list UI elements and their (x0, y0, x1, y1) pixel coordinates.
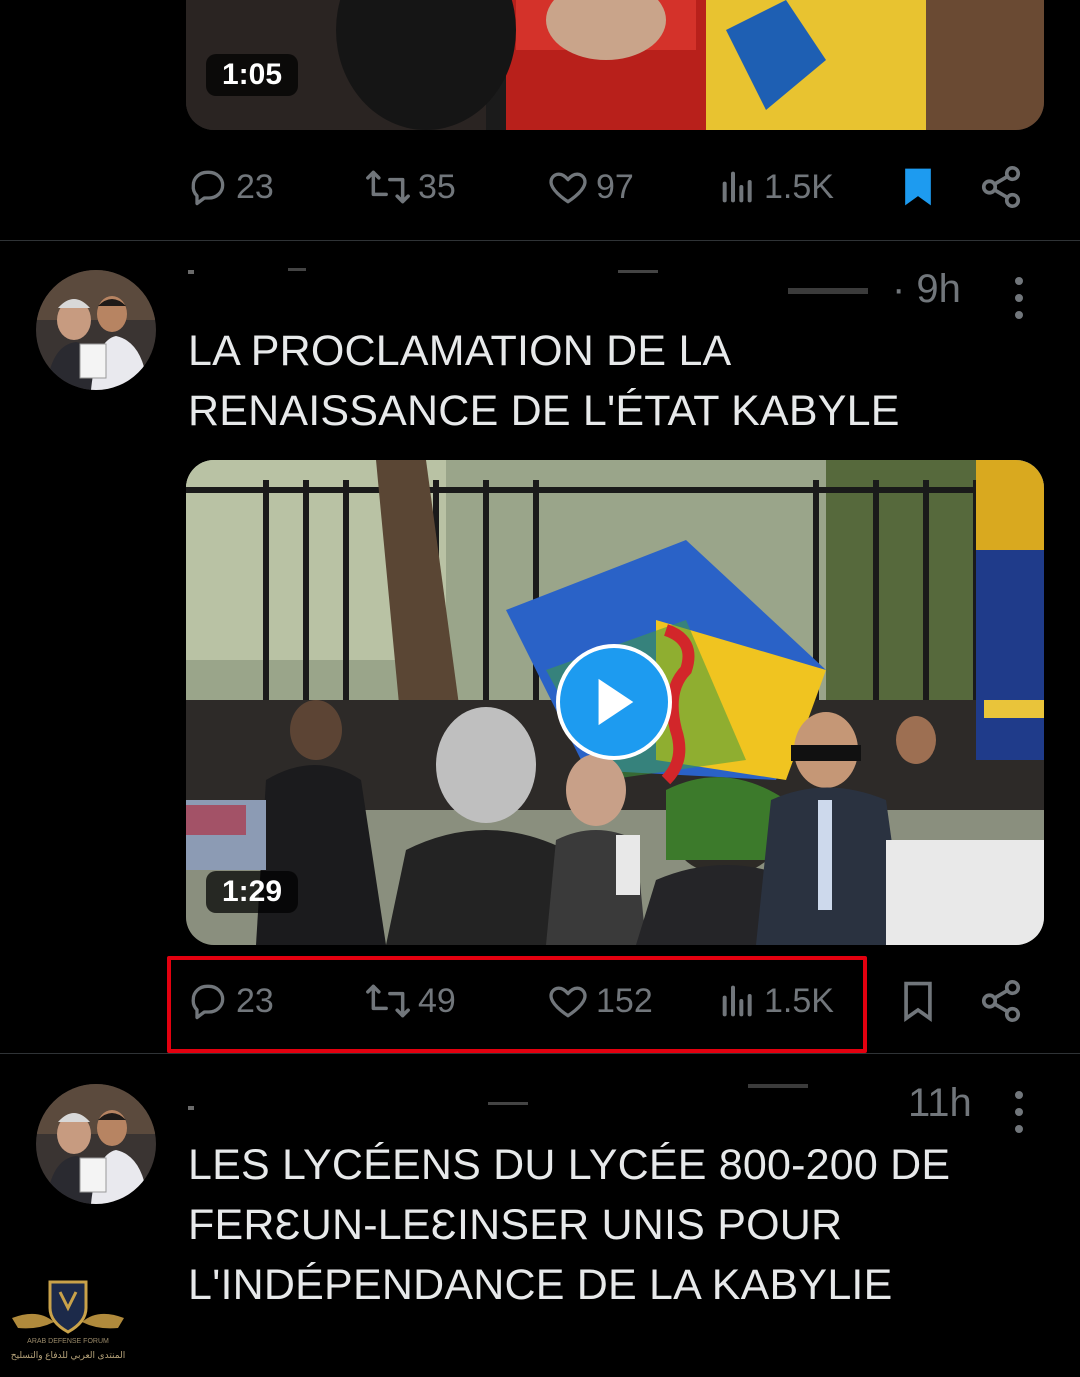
post-divider (0, 1053, 1080, 1054)
share-icon (981, 166, 1021, 208)
bookmark-icon (904, 981, 932, 1022)
timeline-feed: 1:05 23 35 97 1.5K · 9h LA PROCLAMATION … (0, 0, 1080, 1372)
post2-text: LA PROCLAMATION DE LA RENAISSANCE DE L'É… (188, 327, 900, 435)
post1-like-button[interactable]: 97 (546, 157, 634, 217)
post1-video-thumbnail[interactable]: 1:05 (186, 0, 1044, 130)
post2-video-thumbnail[interactable]: 1:29 (186, 460, 1044, 945)
post2-play-button[interactable] (556, 644, 672, 760)
heart-icon (549, 172, 587, 204)
watermark-line1: ARAB DEFENSE FORUM (27, 1338, 109, 1345)
post1-share-button[interactable] (978, 157, 1024, 217)
post3-author-name-redacted (188, 1084, 808, 1110)
forum-watermark-logo: ARAB DEFENSE FORUM المنتدى العربي للدفاع… (8, 1278, 128, 1372)
avatar-photo (36, 270, 156, 390)
post1-video-frame (186, 0, 1044, 130)
post3-avatar[interactable] (36, 1084, 156, 1204)
post2-bookmark-button[interactable] (898, 971, 938, 1031)
post2-share-button[interactable] (978, 971, 1024, 1031)
post1-action-bar: 23 35 97 1.5K (186, 157, 1024, 217)
post2-more-menu-icon[interactable] (1004, 277, 1034, 328)
post1-like-count: 97 (596, 167, 634, 206)
share-icon (981, 980, 1021, 1022)
post3-timestamp[interactable]: 11h (908, 1081, 972, 1126)
post1-video-duration: 1:05 (206, 54, 299, 96)
avatar-photo (36, 1084, 156, 1204)
post1-reply-button[interactable]: 23 (186, 157, 274, 217)
watermark-line2: المنتدى العربي للدفاع والتسليح (10, 1350, 126, 1360)
post1-bookmark-button[interactable] (898, 157, 938, 217)
post1-repost-count: 35 (418, 167, 456, 206)
post2-video-duration: 1:29 (206, 871, 299, 913)
post2-timestamp[interactable]: · 9h (892, 267, 961, 312)
post2-avatar[interactable] (36, 270, 156, 390)
post1-views-button[interactable]: 1.5K (718, 157, 834, 217)
reply-icon (191, 170, 225, 206)
bookmark-filled-icon (905, 168, 931, 206)
post3-more-menu-icon[interactable] (1004, 1091, 1034, 1142)
annotation-highlight-box (167, 956, 867, 1053)
post3-text: LES LYCÉENS DU LYCÉE 800-200 DE FERƐUN-L… (188, 1141, 951, 1309)
post1-repost-button[interactable]: 35 (364, 157, 456, 217)
views-chart-icon (722, 171, 752, 203)
post2-author-name-redacted (188, 268, 868, 294)
repost-icon (366, 170, 410, 204)
post-divider (0, 240, 1080, 241)
post1-reply-count: 23 (236, 167, 274, 206)
play-icon (598, 678, 634, 726)
post1-view-count: 1.5K (764, 167, 834, 206)
